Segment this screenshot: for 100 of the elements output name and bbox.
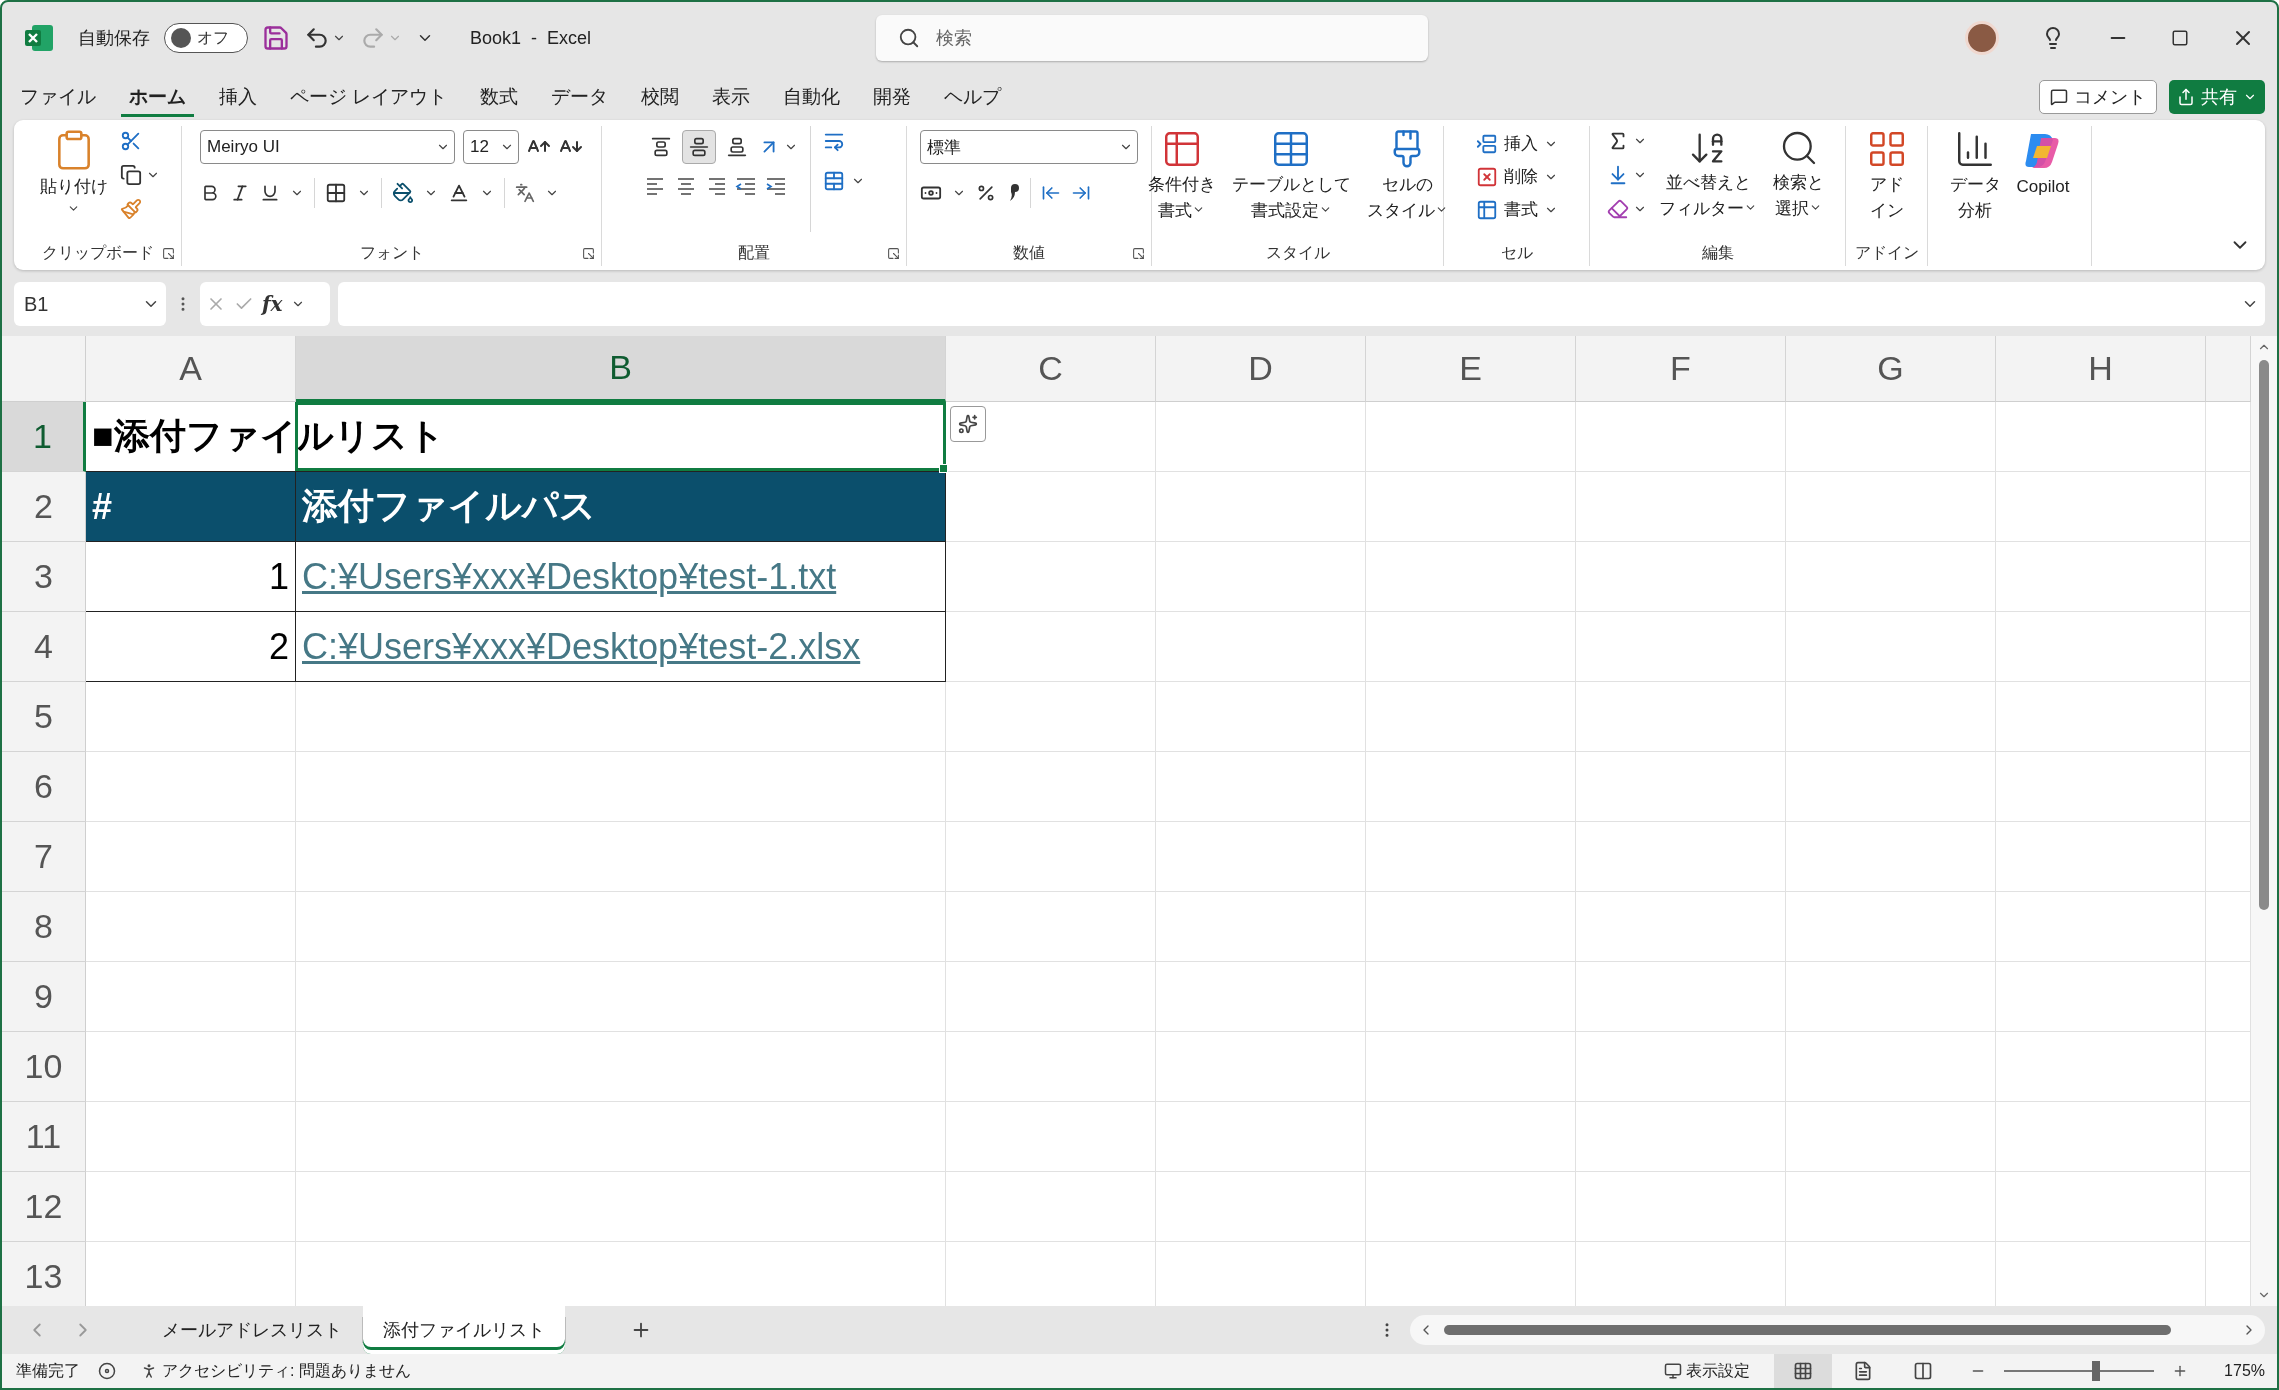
grid-cell[interactable] <box>1996 1172 2206 1242</box>
undo-icon[interactable] <box>304 25 330 51</box>
grid-cell[interactable] <box>296 752 946 822</box>
increase-decimal-icon[interactable] <box>1041 183 1061 203</box>
copy-icon[interactable] <box>119 164 142 186</box>
ribbon-button[interactable]: アド イン <box>1861 126 1912 225</box>
autosave-toggle[interactable]: オフ <box>164 23 248 53</box>
grid-cell[interactable] <box>1156 542 1366 612</box>
grid-cell[interactable] <box>1786 1032 1996 1102</box>
grid-cell[interactable] <box>1996 612 2206 682</box>
row-header[interactable]: 4 <box>2 612 86 682</box>
ribbon-tab[interactable]: データ <box>543 77 617 117</box>
ribbon-button[interactable]: セルの スタイル <box>1362 126 1452 225</box>
column-header[interactable]: F <box>1576 336 1786 402</box>
dialog-launcher-icon[interactable] <box>1132 246 1145 260</box>
ribbon-button[interactable]: 挿入 <box>1473 130 1560 157</box>
sheet-tab[interactable]: 添付ファイルリスト <box>363 1306 565 1354</box>
grid-cell[interactable] <box>1996 822 2206 892</box>
grid-cell[interactable] <box>1366 682 1576 752</box>
grid-cell[interactable] <box>946 402 1156 472</box>
grid-cell[interactable]: 1 <box>86 542 296 612</box>
column-header[interactable]: A <box>86 336 296 402</box>
ribbon-button[interactable]: テーブルとして 書式設定 <box>1227 126 1355 225</box>
row-header[interactable]: 10 <box>2 1032 86 1102</box>
grid-cell[interactable] <box>1156 752 1366 822</box>
display-settings-button[interactable]: 表示設定 <box>1658 1360 1757 1382</box>
vertical-scrollbar[interactable] <box>2251 336 2277 1306</box>
merge-cells-icon[interactable] <box>822 170 845 192</box>
column-header[interactable]: D <box>1156 336 1366 402</box>
percent-icon[interactable] <box>976 183 996 203</box>
grid-cell[interactable] <box>86 752 296 822</box>
cut-icon[interactable] <box>119 130 142 152</box>
format-painter-icon[interactable] <box>119 198 142 220</box>
grid-cell[interactable] <box>946 822 1156 892</box>
fill-handle[interactable] <box>939 464 948 473</box>
column-header[interactable]: G <box>1786 336 1996 402</box>
ribbon-tab[interactable]: 開発 <box>865 77 920 117</box>
grid-cell[interactable] <box>1996 1032 2206 1102</box>
grid-cell[interactable] <box>946 1102 1156 1172</box>
view-button[interactable] <box>1774 1354 1833 1388</box>
grid-cell[interactable] <box>1156 962 1366 1032</box>
grid-cell[interactable] <box>1576 542 1786 612</box>
ribbon-tab[interactable]: 数式 <box>472 77 527 117</box>
grid-cell[interactable] <box>1786 612 1996 682</box>
row-header[interactable]: 7 <box>2 822 86 892</box>
grid-cell[interactable] <box>86 1172 296 1242</box>
grid-cell[interactable] <box>1786 1172 1996 1242</box>
grid-cell[interactable] <box>1156 612 1366 682</box>
search-field[interactable]: 検索 <box>876 15 1428 61</box>
grid-cell[interactable] <box>1996 682 2206 752</box>
scroll-thumb[interactable] <box>1444 1325 2171 1335</box>
ribbon-button[interactable]: Copilot <box>2012 126 2074 201</box>
grid-cell[interactable] <box>296 892 946 962</box>
grid-cell[interactable] <box>86 892 296 962</box>
row-header[interactable]: 8 <box>2 892 86 962</box>
row-header[interactable]: 6 <box>2 752 86 822</box>
grid-cell[interactable] <box>1366 1172 1576 1242</box>
row-header[interactable]: 11 <box>2 1102 86 1172</box>
insert-function-button[interactable]: fx <box>262 292 283 316</box>
scroll-thumb[interactable] <box>2259 360 2269 910</box>
ribbon-tab[interactable]: 挿入 <box>211 77 265 117</box>
grid-cell[interactable]: 2 <box>86 612 296 682</box>
grid-cell[interactable]: C:¥Users¥xxx¥Desktop¥test-2.xlsx <box>296 612 946 682</box>
maximize-icon[interactable] <box>2171 29 2189 47</box>
grid-cell[interactable] <box>1996 1102 2206 1172</box>
grid-cell[interactable] <box>296 822 946 892</box>
grid-cell[interactable] <box>1786 542 1996 612</box>
grid-cell[interactable] <box>1576 892 1786 962</box>
save-icon[interactable] <box>262 24 290 52</box>
ribbon-tab[interactable]: 校閲 <box>633 77 688 117</box>
grid-cell[interactable] <box>296 1032 946 1102</box>
grid-cell[interactable] <box>1366 1102 1576 1172</box>
grid-cell[interactable] <box>86 682 296 752</box>
grid-cell[interactable] <box>1576 472 1786 542</box>
ribbon-button[interactable]: 検索と 選択 <box>1769 126 1828 223</box>
grid-cell[interactable] <box>1786 402 1996 472</box>
accessibility-button[interactable]: アクセシビリティ: 問題ありません <box>134 1360 417 1382</box>
grid-cell[interactable] <box>946 682 1156 752</box>
column-header[interactable]: H <box>1996 336 2206 402</box>
grid-cell[interactable] <box>86 1102 296 1172</box>
fill-color-icon[interactable] <box>392 182 414 204</box>
grid-cell[interactable] <box>1786 892 1996 962</box>
ribbon-tab[interactable]: ヘルプ <box>936 77 1010 117</box>
font-size-field[interactable]: 12 <box>463 130 519 164</box>
zoom-thumb[interactable] <box>2091 1361 2100 1381</box>
grid-cell[interactable] <box>1366 1032 1576 1102</box>
grid-cell[interactable] <box>946 1172 1156 1242</box>
underline-icon[interactable] <box>260 183 280 203</box>
grid-cell[interactable]: 添付ファイルパス <box>296 472 946 542</box>
ribbon-button[interactable]: 並べ替えと フィルター <box>1655 126 1761 223</box>
grid-cell[interactable] <box>1786 822 1996 892</box>
row-header[interactable]: 13 <box>2 1242 86 1306</box>
grid-cell[interactable] <box>1366 542 1576 612</box>
dialog-launcher-icon[interactable] <box>887 246 900 260</box>
grid-cell[interactable] <box>1156 1172 1366 1242</box>
grid-cell[interactable] <box>1576 1102 1786 1172</box>
grid-cell[interactable] <box>1366 752 1576 822</box>
grid-cell[interactable]: C:¥Users¥xxx¥Desktop¥test-1.txt <box>296 542 946 612</box>
grid-cell[interactable] <box>1366 892 1576 962</box>
grid-cell[interactable] <box>1786 962 1996 1032</box>
